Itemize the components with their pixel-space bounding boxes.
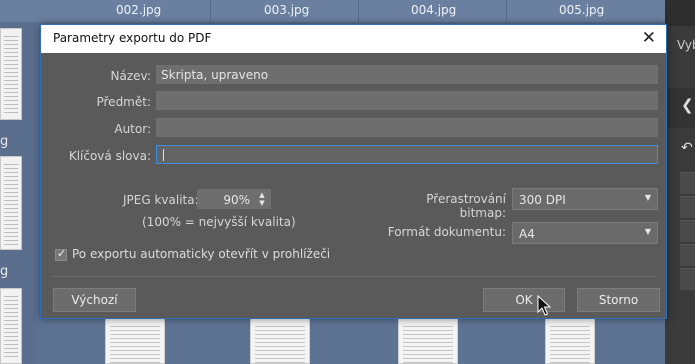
panel-button[interactable]: [680, 244, 695, 266]
tab-004[interactable]: 004.jpg: [411, 3, 456, 17]
keywords-input[interactable]: [156, 145, 658, 164]
tab-002[interactable]: 002.jpg: [116, 3, 161, 17]
panel-button[interactable]: [680, 196, 695, 218]
resample-value: 300 DPI: [519, 193, 566, 207]
thumbnail-label: g: [0, 134, 9, 149]
defaults-button[interactable]: Výchozí: [53, 288, 136, 312]
tab-003[interactable]: 003.jpg: [264, 3, 309, 17]
right-panel-label: Vyb: [677, 38, 695, 52]
subject-label: Předmět:: [96, 95, 151, 109]
page-thumbnail[interactable]: [0, 156, 22, 250]
page-thumbnail[interactable]: [398, 318, 458, 364]
page-thumbnail[interactable]: [105, 318, 165, 364]
left-thumbnail-strip: g g: [0, 22, 36, 364]
jpeg-quality-spinbox[interactable]: 90% ▲ ▼: [197, 189, 271, 209]
chevron-left-icon[interactable]: ❮: [681, 96, 694, 114]
dialog-title: Parametry exportu do PDF: [53, 31, 212, 45]
chevron-down-icon: ▼: [644, 227, 651, 236]
tab-005[interactable]: 005.jpg: [559, 3, 604, 17]
page-thumbnail[interactable]: [545, 318, 595, 364]
chevron-down-icon: ▼: [644, 193, 651, 202]
format-value: A4: [519, 227, 535, 241]
keywords-label: Klíčová slova:: [68, 149, 151, 163]
author-label: Autor:: [114, 122, 151, 136]
thumbnail-tabs-bar: 002.jpg 003.jpg 004.jpg 005.jpg: [0, 0, 665, 22]
close-icon[interactable]: ✕: [642, 28, 656, 48]
author-input[interactable]: [156, 118, 658, 137]
jpeg-quality-value: 90%: [223, 193, 250, 207]
format-select[interactable]: A4 ▼: [512, 222, 658, 244]
title-input[interactable]: Skripta, upraveno: [156, 65, 658, 84]
resample-label: Přerastrování bitmap:: [426, 192, 506, 220]
rotate-icon[interactable]: ↶: [681, 140, 693, 156]
dialog-titlebar[interactable]: Parametry exportu do PDF ✕: [41, 25, 666, 53]
auto-open-label[interactable]: Po exportu automaticky otevřít v prohlíž…: [72, 247, 330, 261]
panel-button[interactable]: [680, 172, 695, 194]
mouse-pointer-icon: [537, 295, 551, 316]
subject-input[interactable]: [156, 91, 658, 110]
page-thumbnail[interactable]: [0, 288, 22, 364]
format-label: Formát dokumentu:: [387, 225, 506, 239]
tab-divider: [210, 0, 211, 22]
cancel-button[interactable]: Storno: [577, 288, 660, 312]
title-label: Název:: [110, 69, 152, 83]
text-caret: [163, 149, 164, 161]
jpeg-quality-hint: (100% = nejvyšší kvalita): [142, 215, 296, 229]
page-thumbnail[interactable]: [0, 28, 22, 120]
jpeg-quality-label: JPEG kvalita:: [123, 193, 199, 207]
checkmark-icon: ✓: [57, 247, 67, 260]
export-pdf-dialog: Parametry exportu do PDF ✕ Název: Skript…: [40, 24, 667, 319]
resample-select[interactable]: 300 DPI ▼: [512, 188, 658, 210]
tab-divider: [358, 0, 359, 22]
spin-arrows-icon[interactable]: ▲ ▼: [257, 191, 267, 207]
panel-button[interactable]: [680, 220, 695, 242]
panel-button[interactable]: [680, 268, 695, 290]
divider: [51, 276, 656, 277]
page-thumbnail[interactable]: [250, 318, 310, 364]
thumbnail-label: g: [0, 264, 9, 279]
ok-button[interactable]: OK: [483, 288, 565, 312]
auto-open-checkbox[interactable]: ✓: [55, 247, 67, 261]
tab-divider: [506, 0, 507, 22]
